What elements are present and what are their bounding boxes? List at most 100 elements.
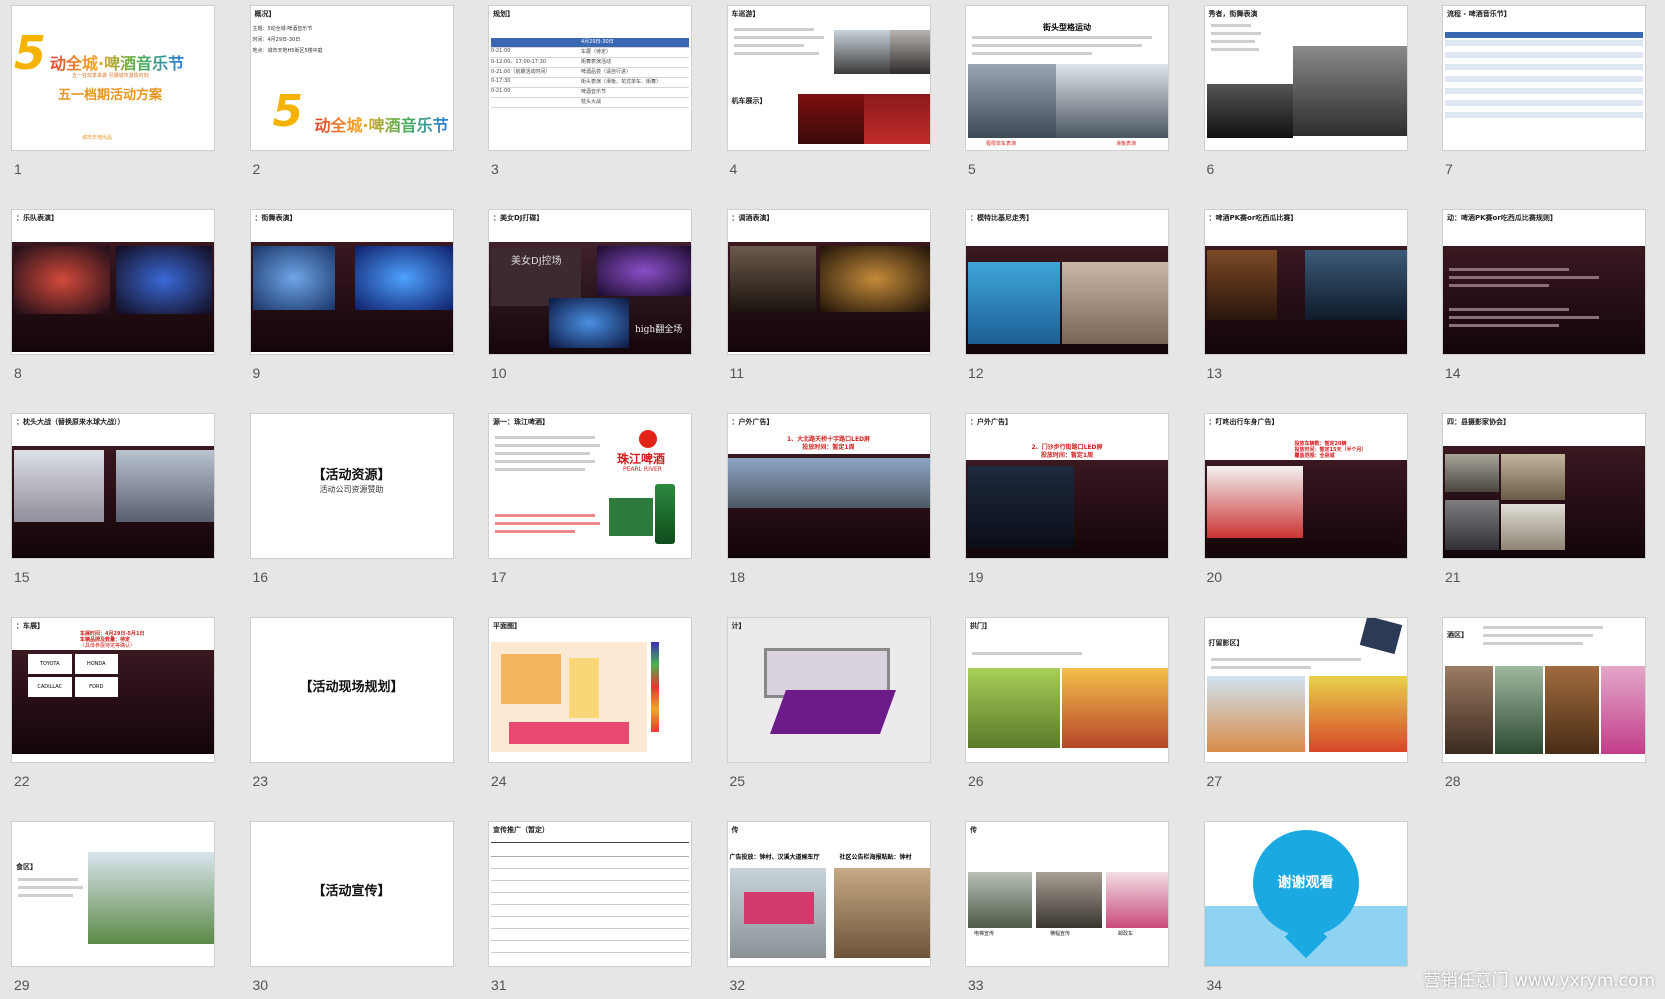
slide-32[interactable]: 传 广告投放：钟村、汉溪大道候车厅 社区公告栏海报粘贴：钟村 32 xyxy=(727,822,930,993)
slide-13[interactable]: ：啤酒PK赛or吃西瓜比赛】 13 xyxy=(1204,210,1407,381)
slide-23[interactable]: 【活动现场规划】 23 xyxy=(250,618,453,789)
dj-photo xyxy=(549,298,629,348)
slide-28[interactable]: 酒区】 28 xyxy=(1443,618,1645,789)
slide-21[interactable]: 四：县摄影家协会】 21 xyxy=(1443,414,1645,585)
breakdance-photo xyxy=(1292,46,1407,136)
slide-thumbnail[interactable]: 食区】 xyxy=(12,822,214,966)
slide-thumbnail[interactable]: 酒区】 xyxy=(1443,618,1645,762)
slide-subheader: 机车展示】 xyxy=(731,97,767,105)
slide-line: 时间：4月29日-30日 xyxy=(252,37,301,43)
slide-header: ：模特比基尼走秀】 xyxy=(970,214,1033,222)
slide-thumbnail[interactable]: ：叮咚出行车身广告】 投放车辆数：暂定20辆 投放时间：暂定15天（半个月） 覆… xyxy=(1204,414,1407,558)
slide-thumbnail[interactable]: ：模特比基尼走秀】 xyxy=(966,210,1168,354)
table-cell: 啤酒品尝（请自行进） xyxy=(581,69,632,75)
bartender-photo xyxy=(819,246,930,312)
slide-6[interactable]: 秀者，街舞表演 6 xyxy=(1204,6,1407,177)
model-photo xyxy=(1062,262,1168,344)
slide-number: 20 xyxy=(1206,569,1223,585)
beer-can-photo xyxy=(655,484,675,544)
slide-17[interactable]: 源一：珠江啤酒】 珠江啤酒 PEARL RIVER 17 xyxy=(489,414,691,585)
slide-26[interactable]: 拱门】 26 xyxy=(966,618,1168,789)
slide-number: 4 xyxy=(729,161,738,177)
slide-header: 传 xyxy=(970,826,977,834)
slide-5[interactable]: 街头型格运动 极限单车表演 滑板表演 5 xyxy=(966,6,1168,177)
slide-thumbnail[interactable]: ：啤酒PK赛or吃西瓜比赛】 xyxy=(1204,210,1407,354)
slide-thumbnail[interactable]: 宣传推广（暂定） xyxy=(489,822,691,966)
slide-thumbnail[interactable]: ：车展】 车展时间：4月29日-5月1日 车辆品牌及数量：待定 （具体参展待定等… xyxy=(12,618,214,762)
slide-20[interactable]: ：叮咚出行车身广告】 投放车辆数：暂定20辆 投放时间：暂定15天（半个月） 覆… xyxy=(1204,414,1407,585)
slide-2[interactable]: 概况】 主题：5动全城·啤酒音乐节 时间：4月29日-30日 地点：城市天地H5… xyxy=(250,6,453,177)
slide-18[interactable]: ：户外广告】 1、大北路天桥十字路口LED屏 投放时间：暂定1周 18 xyxy=(727,414,930,585)
bar-photo xyxy=(1601,666,1645,754)
slide-line: 主题：5动全城·啤酒音乐节 xyxy=(252,26,313,32)
slide-thumbnail[interactable]: 【活动资源】 活动公司资源赞助 xyxy=(250,414,453,558)
slide-number: 1 xyxy=(14,161,22,177)
slide-11[interactable]: ：调酒表演】 11 xyxy=(727,210,930,381)
slide-22[interactable]: ：车展】 车展时间：4月29日-5月1日 车辆品牌及数量：待定 （具体参展待定等… xyxy=(12,618,214,789)
watermark: 营销任意门 www.yxrym.com xyxy=(1423,971,1655,991)
slide-34[interactable]: 谢谢观看 34 xyxy=(1204,822,1407,993)
slide-3[interactable]: 规划】 4月29日-30日 0-21:00 车展（待定） 0-12:00、17:0… xyxy=(489,6,691,177)
slide-thumbnail[interactable]: 概况】 主题：5动全城·啤酒音乐节 时间：4月29日-30日 地点：城市天地H5… xyxy=(250,6,453,150)
slide-25[interactable]: 计】 25 xyxy=(727,618,930,789)
slide-thumbnail[interactable]: ：调酒表演】 xyxy=(727,210,930,354)
slide-number: 5 xyxy=(968,161,976,177)
slide-thumbnail[interactable]: 秀者，街舞表演 xyxy=(1204,6,1407,150)
slide-15[interactable]: ：枕头大战（替换原来水球大战）） 15 xyxy=(12,414,214,585)
slide-number: 31 xyxy=(491,977,507,993)
slide-title: 动全城·啤酒音乐节 xyxy=(315,112,449,136)
slide-30[interactable]: 【活动宣传】 30 xyxy=(250,822,453,993)
slide-thumbnail[interactable]: 车巡游】 机车展示】 xyxy=(727,6,930,150)
slide-10[interactable]: ：美女DJ打碟】 美女DJ控场 high翻全场 10 xyxy=(489,210,691,381)
slide-4[interactable]: 车巡游】 机车展示】 4 xyxy=(727,6,930,177)
slide-12[interactable]: ：模特比基尼走秀】 12 xyxy=(966,210,1168,381)
slide-9[interactable]: ：街舞表演】 9 xyxy=(250,210,453,381)
slide-27[interactable]: 打留影区】 27 xyxy=(1204,618,1407,789)
slide-thumbnail[interactable]: 谢谢观看 xyxy=(1204,822,1407,966)
slide-number: 32 xyxy=(729,977,746,993)
slide-16[interactable]: 【活动资源】 活动公司资源赞助 16 xyxy=(250,414,453,585)
slide-19[interactable]: ：户外广告】 2、门沙步行街路口LED屏 投放时间：暂定1周 19 xyxy=(966,414,1168,585)
slide-thumbnail[interactable]: ：户外广告】 2、门沙步行街路口LED屏 投放时间：暂定1周 xyxy=(966,414,1168,558)
slide-header: 打留影区】 xyxy=(1208,639,1244,647)
slide-thumbnail[interactable]: 传 电梯宣传 横幅宣传 邮政车 xyxy=(966,822,1168,966)
slide-thumbnail[interactable]: ：枕头大战（替换原来水球大战）） xyxy=(12,414,214,558)
slide-29[interactable]: 食区】 29 xyxy=(12,822,214,993)
slide-31[interactable]: 宣传推广（暂定） 31 xyxy=(489,822,691,993)
slide-thumbnail[interactable]: 5 动全城·啤酒音乐节 五一狂欢季来袭 引爆城市激情时刻 五一档期活动方案 城市… xyxy=(12,6,214,150)
slide-thumbnail[interactable]: 流程 - 啤酒音乐节】 xyxy=(1443,6,1645,150)
slide-header: 四：县摄影家协会】 xyxy=(1447,418,1510,426)
photographer-photo xyxy=(1501,454,1565,500)
slide-thumbnail[interactable]: ：街舞表演】 xyxy=(250,210,453,354)
slide-thumbnail[interactable]: 动：啤酒PK赛or吃西瓜比赛规则】 xyxy=(1443,210,1645,354)
slide-thumbnail[interactable]: 拱门】 xyxy=(966,618,1168,762)
slide-thumbnail[interactable]: ：美女DJ打碟】 美女DJ控场 high翻全场 xyxy=(489,210,691,354)
slide-thumbnail[interactable]: 平面图】 xyxy=(489,618,691,762)
bus-ad-photo xyxy=(1106,872,1168,928)
slide-thumbnail[interactable]: ：乐队表演】 xyxy=(12,210,214,354)
slide-24[interactable]: 平面图】 24 xyxy=(489,618,691,789)
slide-thumbnail[interactable]: 规划】 4月29日-30日 0-21:00 车展（待定） 0-12:00、17:0… xyxy=(489,6,691,150)
slide-thumbnail[interactable]: 打留影区】 xyxy=(1204,618,1407,762)
slide-7[interactable]: 流程 - 啤酒音乐节】 7 xyxy=(1443,6,1645,177)
slide-header: 拱门】 xyxy=(970,622,991,630)
slide-1[interactable]: 5 动全城·啤酒音乐节 五一狂欢季来袭 引爆城市激情时刻 五一档期活动方案 城市… xyxy=(12,6,214,177)
slide-thumbnail[interactable]: 街头型格运动 极限单车表演 滑板表演 xyxy=(966,6,1168,150)
pillow-fight-photo xyxy=(116,450,214,522)
slide-thumbnail[interactable]: 计】 xyxy=(727,618,930,762)
slide-thumbnail[interactable]: ：户外广告】 1、大北路天桥十字路口LED屏 投放时间：暂定1周 xyxy=(727,414,930,558)
slide-title: 街头型格运动 xyxy=(1043,23,1091,32)
slide-header: 流程 - 啤酒音乐节】 xyxy=(1447,10,1511,18)
slide-thumbnail[interactable]: 【活动现场规划】 xyxy=(250,618,453,762)
slide-thumbnail[interactable]: 传 广告投放：钟村、汉溪大道候车厅 社区公告栏海报粘贴：钟村 xyxy=(727,822,930,966)
bar-photo xyxy=(1495,666,1543,754)
arch-photo xyxy=(968,668,1060,748)
slide-14[interactable]: 动：啤酒PK赛or吃西瓜比赛规则】 14 xyxy=(1443,210,1645,381)
slide-number: 28 xyxy=(1445,773,1461,789)
slide-8[interactable]: ：乐队表演】 8 xyxy=(12,210,214,381)
slide-33[interactable]: 传 电梯宣传 横幅宣传 邮政车 33 xyxy=(966,822,1168,993)
slide-thumbnail[interactable]: 【活动宣传】 xyxy=(250,822,453,966)
slide-thumbnail[interactable]: 四：县摄影家协会】 xyxy=(1443,414,1645,558)
slide-thumbnail[interactable]: 源一：珠江啤酒】 珠江啤酒 PEARL RIVER xyxy=(489,414,691,558)
slide-number: 14 xyxy=(1445,365,1461,381)
